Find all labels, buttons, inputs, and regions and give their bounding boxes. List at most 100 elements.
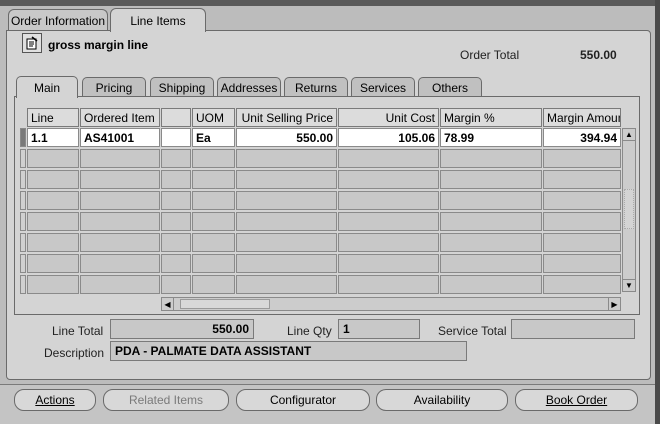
grid-cell[interactable] [338,170,439,189]
grid-cell[interactable] [236,170,337,189]
row-selector[interactable] [20,233,26,252]
grid-cell[interactable] [192,254,235,273]
row-selector[interactable] [20,128,26,147]
grid-cell[interactable] [543,149,621,168]
grid-cell[interactable] [440,275,542,294]
tab-line-items[interactable]: Line Items [110,8,206,32]
grid-cell[interactable] [192,275,235,294]
grid-cell[interactable] [161,128,191,147]
row-selector[interactable] [20,191,26,210]
grid-cell[interactable] [27,275,79,294]
grid-cell[interactable] [192,233,235,252]
grid-cell[interactable] [543,191,621,210]
horizontal-scroll-thumb[interactable] [180,299,270,309]
description-field[interactable]: PDA - PALMATE DATA ASSISTANT [110,341,467,361]
grid-cell[interactable] [543,254,621,273]
grid-cell[interactable] [440,212,542,231]
grid-cell[interactable]: 394.94 [543,128,621,147]
grid-cell[interactable] [161,149,191,168]
grid-cell[interactable] [236,212,337,231]
availability-button[interactable]: Availability [376,389,508,411]
grid-cell[interactable] [543,275,621,294]
scroll-up-arrow-icon[interactable]: ▲ [623,129,635,141]
grid-cell[interactable] [80,170,160,189]
grid-cell[interactable] [440,149,542,168]
tab-others[interactable]: Others [418,77,482,97]
grid-cell[interactable] [192,170,235,189]
tab-services[interactable]: Services [351,77,415,97]
actions-button[interactable]: Actions [14,389,96,411]
scroll-left-arrow-icon[interactable]: ◀ [162,298,174,310]
tab-order-information[interactable]: Order Information [8,9,108,31]
book-order-button[interactable]: Book Order [515,389,638,411]
grid-cell[interactable] [27,254,79,273]
grid-cell[interactable]: 1.1 [27,128,79,147]
grid-cell[interactable] [440,191,542,210]
grid-cell[interactable] [338,254,439,273]
grid-cell[interactable]: Ea [192,128,235,147]
service-total-field[interactable] [511,319,635,339]
grid-cell[interactable] [440,170,542,189]
grid-cell[interactable] [161,254,191,273]
grid-cell[interactable] [440,233,542,252]
grid-cell[interactable] [338,233,439,252]
grid-cell[interactable] [236,149,337,168]
tab-main[interactable]: Main [16,76,78,98]
horizontal-scrollbar[interactable]: ◀ ▶ [161,297,621,311]
scroll-down-arrow-icon[interactable]: ▼ [623,279,635,291]
grid-cell[interactable] [80,191,160,210]
grid-cell[interactable] [161,233,191,252]
grid-cell[interactable] [440,254,542,273]
row-selector[interactable] [20,212,26,231]
row-selector[interactable] [20,170,26,189]
grid-cell[interactable] [338,212,439,231]
grid-cell[interactable] [192,212,235,231]
related-items-button[interactable]: Related Items [103,389,229,411]
grid-cell[interactable] [80,149,160,168]
tab-shipping[interactable]: Shipping [150,77,214,97]
grid-cell[interactable] [27,191,79,210]
tab-returns[interactable]: Returns [284,77,348,97]
grid-cell[interactable] [236,191,337,210]
grid-cell[interactable] [27,149,79,168]
grid-cell[interactable] [80,275,160,294]
tab-pricing[interactable]: Pricing [82,77,146,97]
grid-cell[interactable] [338,275,439,294]
configurator-button[interactable]: Configurator [236,389,370,411]
vertical-scroll-thumb[interactable] [624,189,634,229]
grid-cell[interactable] [338,191,439,210]
grid-cell[interactable] [80,233,160,252]
grid-cell[interactable]: 105.06 [338,128,439,147]
scroll-right-arrow-icon[interactable]: ▶ [608,298,620,310]
grid-cell[interactable] [543,170,621,189]
grid-cell[interactable] [338,149,439,168]
grid-cell[interactable] [236,233,337,252]
grid-cell[interactable] [27,212,79,231]
grid-cell[interactable] [236,254,337,273]
grid-cell[interactable] [80,254,160,273]
row-selector[interactable] [20,149,26,168]
grid-cell[interactable]: 550.00 [236,128,337,147]
grid-cell[interactable] [543,212,621,231]
grid-cell[interactable] [543,233,621,252]
grid-cell[interactable]: 78.99 [440,128,542,147]
row-selector[interactable] [20,254,26,273]
grid-cell[interactable] [161,191,191,210]
grid-cell[interactable] [80,212,160,231]
line-qty-field[interactable]: 1 [338,319,420,339]
grid-cell[interactable]: AS41001 [80,128,160,147]
row-selector[interactable] [20,275,26,294]
grid-cell[interactable] [161,212,191,231]
grid-cell[interactable] [192,191,235,210]
grid-cell[interactable] [161,275,191,294]
grid-cell[interactable] [192,149,235,168]
line-total-field[interactable]: 550.00 [110,319,254,339]
vertical-scrollbar[interactable]: ▲ ▼ [622,128,636,292]
grid-cell[interactable] [27,233,79,252]
grid-cell[interactable] [27,170,79,189]
tab-addresses[interactable]: Addresses [217,77,281,97]
grid-cell[interactable] [161,170,191,189]
grid-cell[interactable] [236,275,337,294]
line-total-label: Line Total [52,324,104,338]
document-icon[interactable] [22,33,42,53]
